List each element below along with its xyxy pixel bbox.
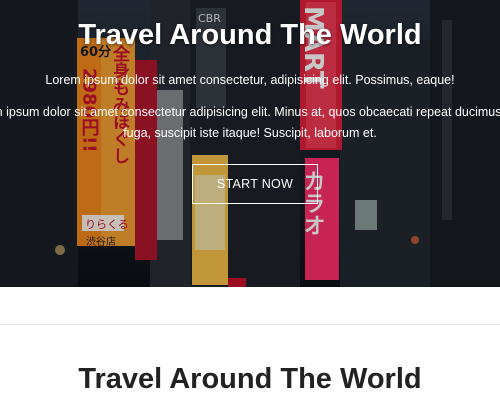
hero-title: Travel Around The World bbox=[78, 19, 422, 51]
section-divider bbox=[0, 324, 500, 325]
hero-subtitle: Lorem ipsum dolor sit amet consectetur, … bbox=[45, 73, 455, 87]
hero-description: Lorem ipsum dolor sit amet consectetur a… bbox=[0, 105, 500, 140]
section-title: Travel Around The World bbox=[78, 363, 422, 395]
start-now-button[interactable]: START NOW bbox=[192, 164, 318, 204]
hero-banner: 60分 2980円!! 全身もみほぐし りらくる 渋谷店 CBR MART カラ… bbox=[0, 0, 500, 287]
